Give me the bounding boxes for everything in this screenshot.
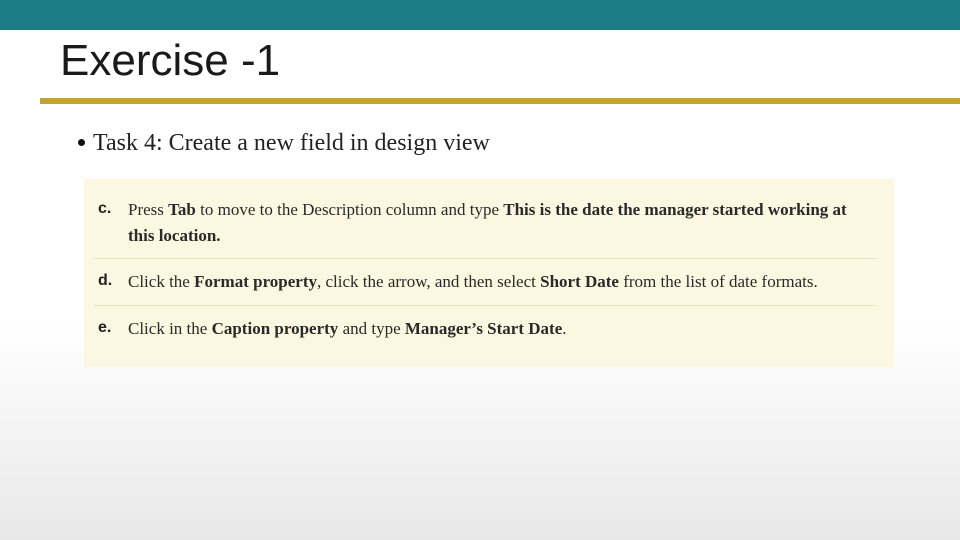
step-text: Click the Format property, click the arr…	[128, 269, 818, 295]
steps-box: c. Press Tab to move to the Description …	[84, 179, 894, 367]
step-text: Click in the Caption property and type M…	[128, 316, 567, 342]
step-row: c. Press Tab to move to the Description …	[94, 187, 876, 259]
header-bar: Exercise -1	[0, 0, 960, 98]
step-letter: d.	[98, 269, 128, 293]
content-area: Task 4: Create a new field in design vie…	[0, 98, 960, 367]
step-row: d. Click the Format property, click the …	[94, 259, 876, 306]
task-bullet-line: Task 4: Create a new field in design vie…	[78, 130, 900, 157]
step-row: e. Click in the Caption property and typ…	[94, 306, 876, 352]
step-text: Press Tab to move to the Description col…	[128, 197, 872, 248]
bullet-icon	[78, 139, 85, 146]
step-letter: c.	[98, 197, 128, 221]
accent-rule	[40, 98, 960, 104]
page-title: Exercise -1	[60, 36, 280, 86]
task-text: Task 4: Create a new field in design vie…	[93, 130, 490, 157]
step-letter: e.	[98, 316, 128, 340]
